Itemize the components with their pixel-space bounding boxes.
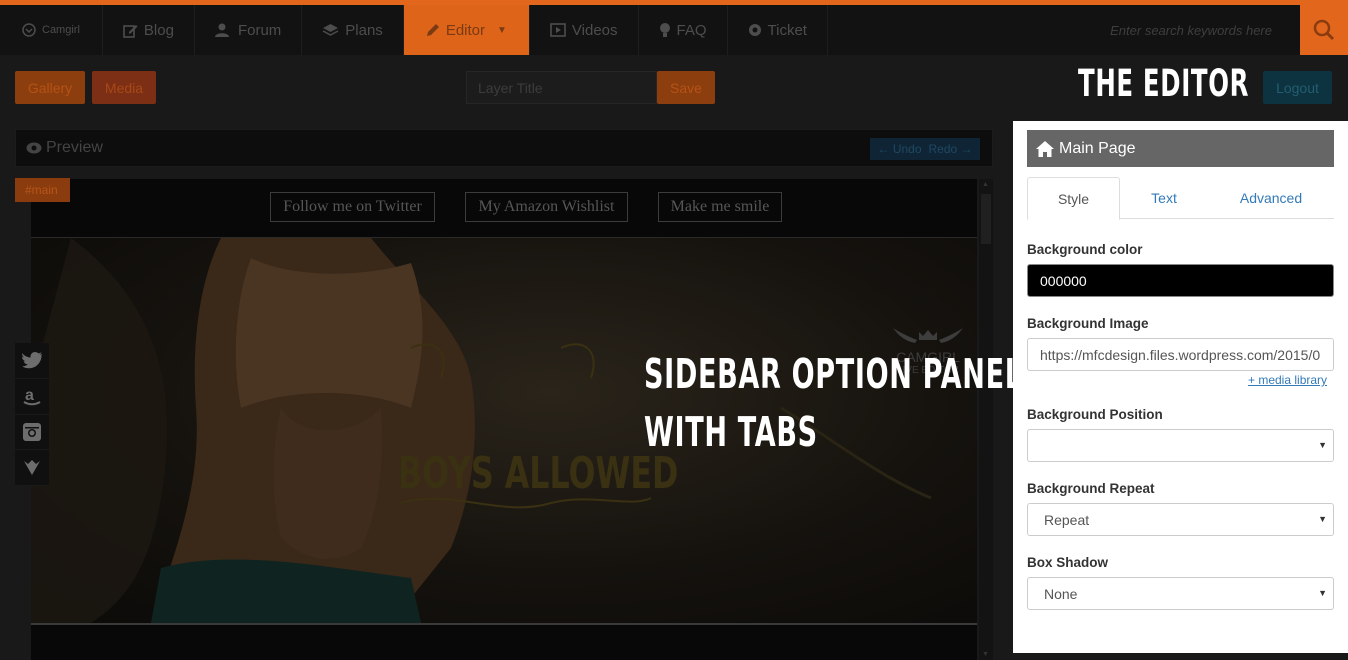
bg-color-input[interactable]: 000000: [1027, 264, 1334, 297]
nav-item-editor[interactable]: Editor ▼: [403, 5, 530, 55]
lifebuoy-icon: [748, 24, 761, 36]
bg-image-input[interactable]: https://mfcdesign.files.wordpress.com/20…: [1027, 338, 1334, 371]
bg-position-select[interactable]: ▼: [1027, 429, 1334, 462]
tab-advanced[interactable]: Advanced: [1208, 177, 1334, 219]
nav-label-blog: Blog: [143, 21, 174, 39]
chevron-down-icon: ▼: [497, 24, 507, 36]
sidebar-option-panel: Main Page Style Text Advanced Background…: [1013, 121, 1348, 653]
main-section-tag[interactable]: #main: [15, 178, 70, 202]
chevron-down-icon: ▼: [1318, 588, 1327, 598]
box-shadow-label: Box Shadow: [1027, 555, 1109, 570]
nav-item-plans[interactable]: Plans: [302, 5, 404, 55]
preview-heading: Preview: [26, 139, 103, 157]
nav-brand[interactable]: Camgirl: [0, 5, 103, 55]
undo-button[interactable]: ← Undo: [877, 142, 921, 156]
nav-label-videos: Videos: [571, 21, 618, 39]
layer-title-input[interactable]: Layer Title: [466, 71, 657, 104]
preview-label: Preview: [46, 139, 103, 156]
nav-item-faq[interactable]: FAQ: [639, 5, 728, 55]
search-input[interactable]: Enter search keywords here: [828, 5, 1300, 55]
preview-bar: Preview ← Undo Redo →: [15, 129, 993, 167]
tab-style[interactable]: Style: [1027, 177, 1120, 220]
redo-button[interactable]: Redo →: [928, 142, 972, 156]
scroll-down-icon[interactable]: ▼: [982, 651, 989, 658]
chevron-down-icon: ▼: [1318, 440, 1327, 450]
redo-label: Redo: [928, 142, 958, 156]
svg-text:a: a: [25, 387, 34, 404]
gallery-button[interactable]: Gallery: [15, 71, 85, 104]
save-button[interactable]: Save: [657, 71, 715, 104]
nav-brand-label: Camgirl: [42, 24, 80, 36]
make-me-smile-button[interactable]: Make me smile: [658, 192, 782, 222]
layers-icon: [322, 23, 339, 36]
edit-icon: [123, 24, 138, 38]
panel-tabs: Style Text Advanced: [1027, 177, 1334, 220]
banner-divider: [31, 623, 977, 625]
lightbulb-icon: [659, 23, 670, 37]
tab-text[interactable]: Text: [1120, 177, 1208, 219]
bg-image-label: Background Image: [1027, 316, 1149, 331]
logout-button[interactable]: Logout: [1263, 71, 1332, 104]
mfc-icon[interactable]: [15, 450, 49, 486]
nav-label-ticket: Ticket: [767, 21, 807, 39]
editor-screen: Camgirl Blog Forum Plans Editor ▼ Videos…: [0, 0, 1348, 660]
nav-label-plans: Plans: [345, 21, 383, 39]
sidebar-annotation-line2: WITH TABS: [644, 408, 818, 456]
eye-icon: [26, 142, 42, 154]
nav-item-ticket[interactable]: Ticket: [728, 5, 828, 55]
users-icon: [214, 23, 229, 37]
bg-repeat-value: Repeat: [1044, 511, 1090, 528]
nav-label-forum: Forum: [237, 21, 282, 39]
amazon-wishlist-button[interactable]: My Amazon Wishlist: [465, 192, 628, 222]
camgirl-logo-icon: [22, 23, 36, 37]
box-shadow-select[interactable]: None ▼: [1027, 577, 1334, 610]
bg-repeat-label: Background Repeat: [1027, 481, 1155, 496]
instagram-icon[interactable]: [15, 415, 49, 451]
bg-color-label: Background color: [1027, 242, 1143, 257]
scroll-up-icon[interactable]: ▲: [982, 181, 989, 188]
twitter-link-button[interactable]: Follow me on Twitter: [270, 192, 435, 222]
home-icon: [1036, 140, 1054, 157]
undo-label: Undo: [892, 142, 922, 156]
nav-item-forum[interactable]: Forum: [195, 5, 303, 55]
social-icons-column: a: [15, 343, 49, 486]
search-button[interactable]: [1300, 5, 1348, 55]
pencil-icon: [426, 24, 439, 36]
bg-position-label: Background Position: [1027, 407, 1163, 422]
bg-repeat-select[interactable]: Repeat ▼: [1027, 503, 1334, 536]
twitter-icon[interactable]: [15, 343, 49, 379]
editor-annotation-title: THE EDITOR: [1078, 62, 1250, 105]
panel-header: Main Page: [1027, 130, 1334, 167]
undo-redo-group: ← Undo Redo →: [870, 138, 980, 160]
panel-title: Main Page: [1059, 139, 1136, 157]
media-button[interactable]: Media: [92, 71, 156, 104]
nav-item-videos[interactable]: Videos: [530, 5, 639, 55]
video-icon: [550, 23, 566, 37]
media-library-link[interactable]: + media library: [1248, 373, 1327, 387]
scrollbar-thumb[interactable]: [981, 194, 991, 244]
amazon-icon[interactable]: a: [15, 379, 49, 415]
search-icon: [1313, 19, 1335, 41]
sidebar-annotation-line1: SIDEBAR OPTION PANEL: [644, 350, 1023, 398]
nav-item-blog[interactable]: Blog: [103, 5, 195, 55]
box-shadow-value: None: [1044, 585, 1078, 602]
nav-label-faq: FAQ: [676, 21, 707, 39]
nav-label-editor: Editor: [445, 21, 485, 39]
main-nav: Camgirl Blog Forum Plans Editor ▼ Videos…: [0, 5, 1300, 55]
search-placeholder: Enter search keywords here: [1110, 22, 1272, 38]
sidebar-annotation: SIDEBAR OPTION PANEL WITH TABS: [644, 345, 1023, 461]
banner-text: BOYS ALLOWED: [398, 448, 679, 499]
chevron-down-icon: ▼: [1318, 514, 1327, 524]
